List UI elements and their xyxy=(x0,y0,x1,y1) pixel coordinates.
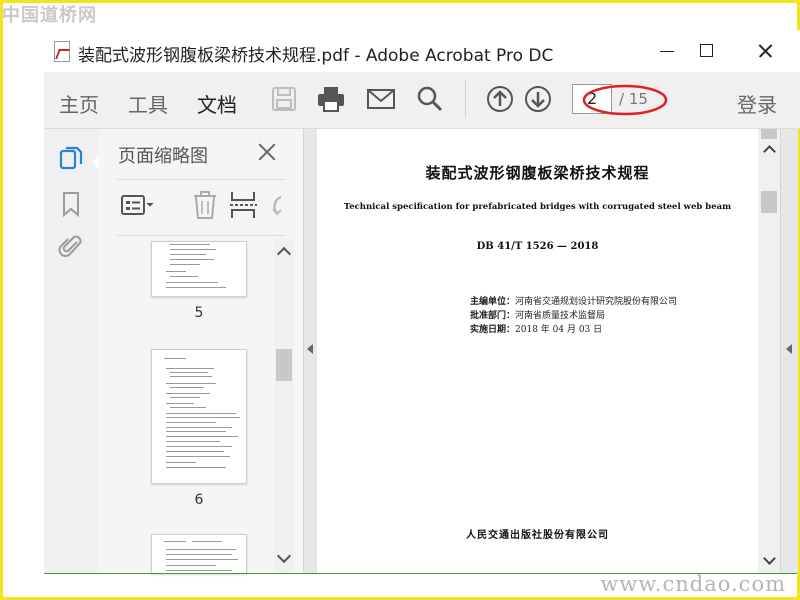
scroll-up-icon[interactable] xyxy=(276,246,292,262)
scroll-down-icon[interactable] xyxy=(763,552,776,565)
toolbar-separator xyxy=(465,81,466,117)
meta-editor: 主编单位：河南省交通规划设计研究院股份有限公司 xyxy=(470,294,677,307)
search-icon[interactable] xyxy=(415,84,445,114)
thumbnail-label-6: 6 xyxy=(194,492,204,508)
thumbnail-page-7[interactable] xyxy=(151,534,247,574)
red-annotation-ellipse xyxy=(582,84,668,116)
navigation-rail xyxy=(44,129,100,573)
meta-value: 河南省质量技术监督局 xyxy=(515,311,606,321)
page-options-icon[interactable] xyxy=(119,187,155,223)
panel-divider-2 xyxy=(117,235,285,236)
scroll-thumb[interactable] xyxy=(276,349,292,381)
document-page: 装配式波形钢腹板梁桥技术规程 Technical specification f… xyxy=(317,129,758,573)
meta-value: 2018 年 04 月 03 日 xyxy=(515,325,603,335)
tab-tools[interactable]: 工具 xyxy=(128,89,168,118)
document-publisher: 人民交通出版社股份有限公司 xyxy=(466,530,609,541)
bookmark-icon[interactable] xyxy=(58,191,84,217)
watermark-bottom: www.cndao.com xyxy=(600,572,786,596)
meta-label: 实施日期： xyxy=(470,325,516,335)
page-thumbnails-icon[interactable] xyxy=(58,145,84,171)
print-icon[interactable] xyxy=(316,84,346,114)
attachment-icon[interactable] xyxy=(58,233,84,259)
panel-divider xyxy=(117,179,285,180)
scroll-thumb[interactable] xyxy=(761,191,777,213)
login-button[interactable]: 登录 xyxy=(737,89,777,118)
scroll-down-icon[interactable] xyxy=(276,548,292,564)
collapse-right-panel-button[interactable] xyxy=(780,129,798,573)
insert-page-icon[interactable] xyxy=(227,187,263,223)
scroll-up-icon[interactable] xyxy=(763,145,776,158)
thumbnail-page-5[interactable] xyxy=(151,241,247,297)
close-window-button[interactable] xyxy=(744,36,784,66)
close-panel-button[interactable] xyxy=(255,140,279,164)
pdf-file-icon xyxy=(54,41,70,62)
meta-value: 河南省交通规划设计研究院股份有限公司 xyxy=(515,297,678,307)
next-page-icon[interactable] xyxy=(523,84,553,114)
document-subtitle-en: Technical specification for prefabricate… xyxy=(343,202,732,212)
meta-approver: 批准部门：河南省质量技术监督局 xyxy=(470,308,605,321)
toolbar: 主页 工具 文档 2 / 15 登录 xyxy=(44,72,800,135)
title-bar: 装配式波形钢腹板梁桥技术规程.pdf - Adobe Acrobat Pro D… xyxy=(44,30,800,72)
panel-title: 页面缩略图 xyxy=(118,146,208,167)
tab-home[interactable]: 主页 xyxy=(59,89,99,118)
meta-date: 实施日期：2018 年 04 月 03 日 xyxy=(470,322,602,335)
watermark-top: 中国道桥网 xyxy=(2,5,97,26)
collapse-left-panel-button[interactable] xyxy=(303,129,318,573)
save-icon[interactable] xyxy=(269,84,299,114)
tab-document[interactable]: 文档 xyxy=(197,89,237,135)
thumbnails-panel: 页面缩略图 5 6 xyxy=(99,129,303,574)
thumbnail-label-5: 5 xyxy=(194,305,204,321)
thumbnails-scrollbar[interactable] xyxy=(275,239,293,573)
document-scrollbar[interactable] xyxy=(758,129,780,573)
window-title: 装配式波形钢腹板梁桥技术规程.pdf - Adobe Acrobat Pro D… xyxy=(78,46,554,66)
previous-page-icon[interactable] xyxy=(485,84,515,114)
minimize-button[interactable] xyxy=(646,36,686,66)
meta-label: 批准部门： xyxy=(470,311,516,321)
document-title: 装配式波形钢腹板梁桥技术规程 xyxy=(425,164,650,182)
scroll-top-block xyxy=(761,129,777,139)
thumbnail-page-6[interactable] xyxy=(151,349,247,484)
email-icon[interactable] xyxy=(366,84,396,114)
rotate-page-icon[interactable] xyxy=(267,187,283,223)
document-code: DB 41/T 1526 — 2018 xyxy=(476,241,599,252)
delete-page-icon[interactable] xyxy=(187,187,223,223)
maximize-button[interactable] xyxy=(686,36,726,66)
meta-label: 主编单位： xyxy=(470,297,516,307)
